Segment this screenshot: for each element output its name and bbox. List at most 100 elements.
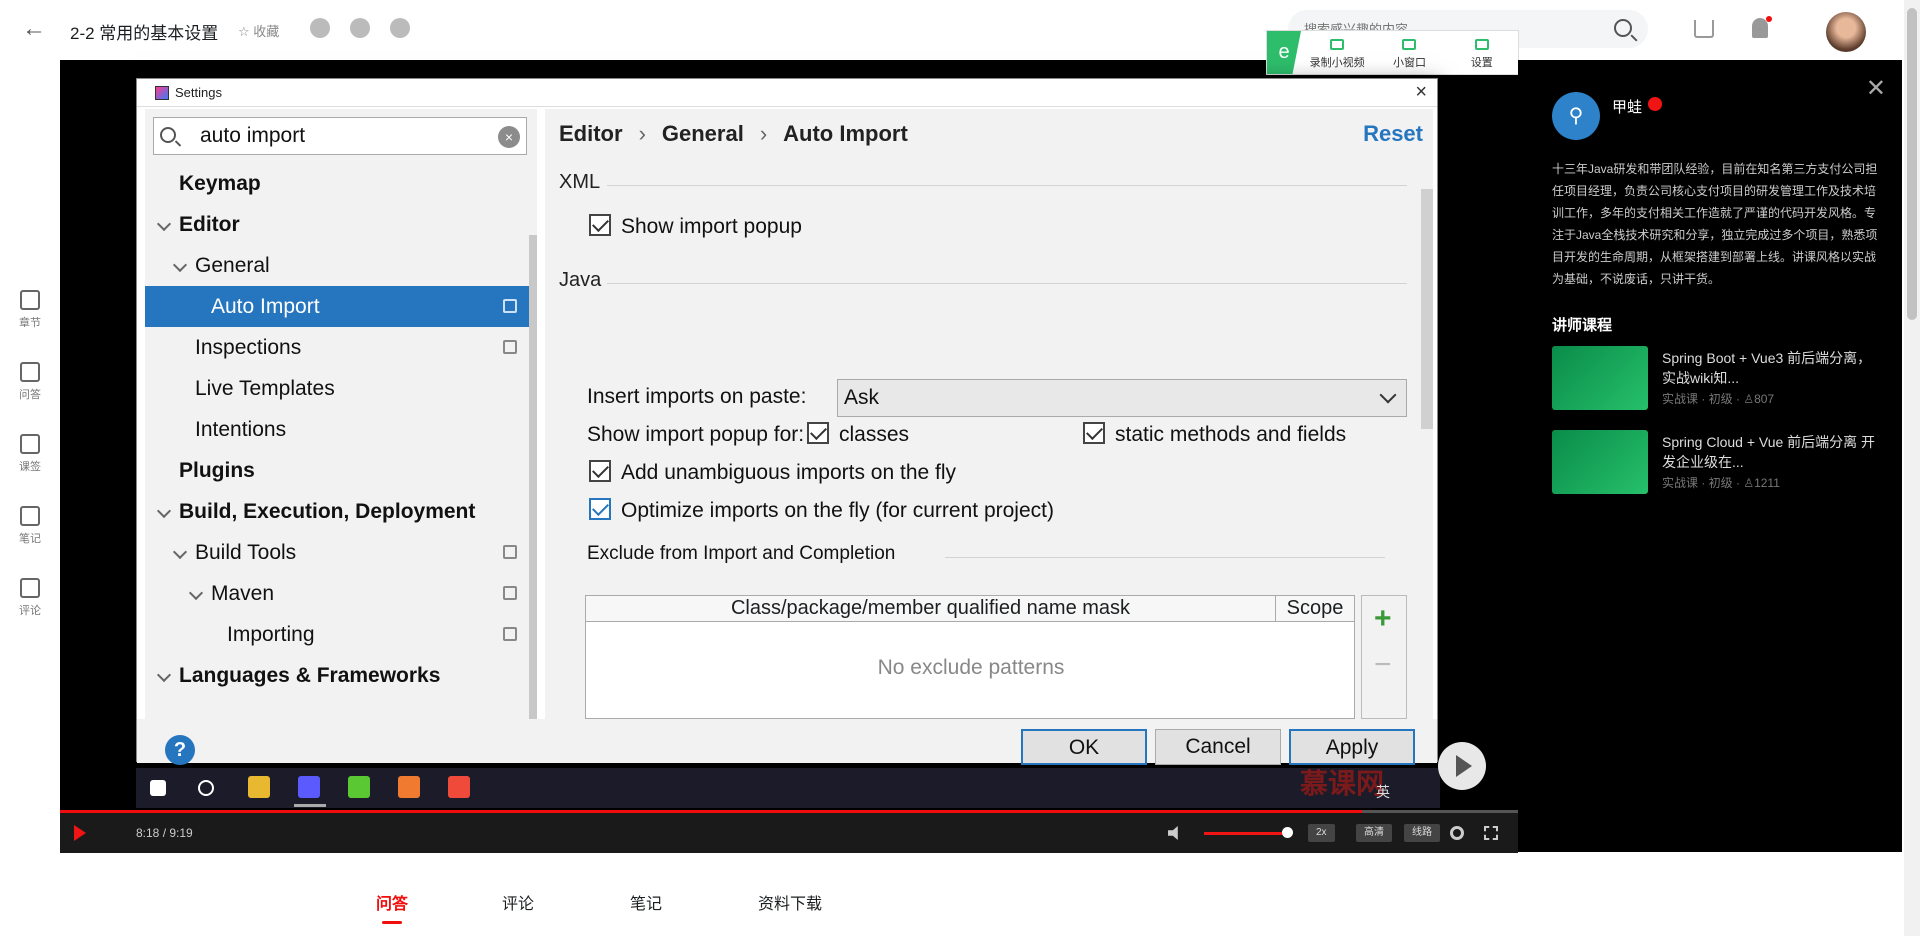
insert-on-paste-select[interactable]: Ask xyxy=(837,379,1407,417)
tree-item[interactable]: Plugins xyxy=(145,450,537,491)
favorite-button[interactable]: ☆ 收藏 xyxy=(238,21,279,40)
page-scrollbar[interactable] xyxy=(1904,0,1920,936)
rail-item[interactable]: 笔记 xyxy=(0,506,60,578)
classes-checkbox-row[interactable]: classes xyxy=(807,422,909,447)
content-scrollbar[interactable] xyxy=(1421,189,1433,429)
course-thumbnail[interactable] xyxy=(1552,346,1648,410)
checkbox-checked-focused[interactable] xyxy=(589,498,611,521)
folder-icon[interactable] xyxy=(248,776,270,798)
checkbox-checked[interactable] xyxy=(589,460,611,483)
volume-slider[interactable] xyxy=(1204,832,1286,835)
tab-item[interactable]: 资料下载 xyxy=(758,890,822,914)
tree-item[interactable]: Build Tools xyxy=(145,532,537,573)
course-name[interactable]: Spring Boot + Vue3 前后端分离，实战wiki知... xyxy=(1662,348,1882,388)
clear-search-icon[interactable]: × xyxy=(498,126,520,148)
close-icon[interactable]: ✕ xyxy=(1866,74,1886,103)
tree-item[interactable]: Inspections xyxy=(145,327,537,368)
reset-link[interactable]: Reset xyxy=(1363,121,1423,147)
tree-item[interactable]: Intentions xyxy=(145,409,537,450)
back-arrow-icon[interactable]: ← xyxy=(22,16,48,42)
sidebar-scrollbar[interactable] xyxy=(529,235,537,755)
tree-item[interactable]: Languages & Frameworks xyxy=(145,655,537,696)
exclude-table[interactable]: Class/package/member qualified name mask… xyxy=(585,595,1355,719)
mini-window-button[interactable]: 小窗口 xyxy=(1373,35,1445,70)
search-icon[interactable] xyxy=(1614,19,1632,37)
tab-item[interactable]: 笔记 xyxy=(630,890,662,914)
recorder-taskbar-icon[interactable] xyxy=(448,776,470,798)
ok-button[interactable]: OK xyxy=(1021,729,1147,765)
wechat-icon[interactable] xyxy=(310,18,330,38)
cart-icon[interactable] xyxy=(1694,20,1714,38)
route-button[interactable]: 线路 xyxy=(1404,824,1440,842)
tab-item[interactable]: 评论 xyxy=(502,890,534,914)
rail-item[interactable]: 课签 xyxy=(0,434,60,506)
xml-show-popup-row[interactable]: Show import popup xyxy=(589,214,802,239)
tree-item[interactable]: General xyxy=(145,245,537,286)
bell-icon[interactable] xyxy=(1752,18,1768,38)
tree-item[interactable]: Maven xyxy=(145,573,537,614)
chevron-down-icon[interactable] xyxy=(156,503,172,519)
tree-item[interactable]: Auto Import xyxy=(145,286,537,327)
tree-item[interactable]: Build, Execution, Deployment xyxy=(145,491,537,532)
weibo-icon[interactable] xyxy=(390,18,410,38)
tree-item[interactable]: Editor xyxy=(145,204,537,245)
tree-item[interactable]: Importing xyxy=(145,614,537,655)
chevron-down-icon[interactable] xyxy=(156,216,172,232)
notification-share-icon[interactable] xyxy=(350,18,370,38)
teacher-avatar[interactable]: ⚲ xyxy=(1552,92,1600,140)
play-icon[interactable] xyxy=(74,825,86,841)
table-col-mask[interactable]: Class/package/member qualified name mask xyxy=(586,596,1276,621)
apply-button[interactable]: Apply xyxy=(1289,729,1415,765)
add-unambiguous-row[interactable]: Add unambiguous imports on the fly xyxy=(589,460,956,485)
tree-item[interactable]: Keymap xyxy=(145,163,537,204)
settings-dialog: Settings × auto import × Keymap Editor Gen… xyxy=(136,78,1438,765)
chevron-down-icon[interactable] xyxy=(172,257,188,273)
tab-item[interactable]: 问答 xyxy=(376,890,408,924)
settings-search-value[interactable]: auto import xyxy=(200,124,305,148)
tree-item[interactable]: Live Templates xyxy=(145,368,537,409)
checkbox-checked[interactable] xyxy=(589,214,611,237)
page-scrollbar-thumb[interactable] xyxy=(1907,8,1917,320)
course-card[interactable]: Spring Boot + Vue3 前后端分离，实战wiki知... 实战课 ·… xyxy=(1552,346,1892,412)
course-name[interactable]: Spring Cloud + Vue 前后端分离 开发企业级在... xyxy=(1662,432,1882,472)
bottom-tabs: 问答 评论 笔记 资料下载 xyxy=(0,870,1904,936)
speed-button[interactable]: 2x xyxy=(1308,824,1335,842)
checkbox-checked[interactable] xyxy=(1083,422,1105,445)
help-icon[interactable]: ? xyxy=(165,735,195,765)
quality-button[interactable]: 高清 xyxy=(1356,824,1392,842)
optimize-imports-row[interactable]: Optimize imports on the fly (for current… xyxy=(589,498,1054,523)
add-icon[interactable]: + xyxy=(1374,602,1392,636)
powerpoint-icon[interactable] xyxy=(398,776,420,798)
chevron-down-icon[interactable] xyxy=(172,544,188,560)
cancel-button[interactable]: Cancel xyxy=(1155,729,1281,765)
windows-start-icon[interactable] xyxy=(150,780,166,796)
tree-item-label: Languages & Frameworks xyxy=(179,664,441,687)
remove-icon[interactable]: − xyxy=(1374,648,1392,682)
course-thumbnail[interactable] xyxy=(1552,430,1648,494)
recorder-settings-button[interactable]: 设置 xyxy=(1446,35,1518,70)
settings-gear-icon[interactable] xyxy=(1450,826,1464,840)
settings-search-field[interactable]: auto import × xyxy=(153,117,527,155)
ime-indicator[interactable]: 英 xyxy=(1376,784,1390,800)
static-methods-checkbox-row[interactable]: static methods and fields xyxy=(1083,422,1346,447)
app-taskbar-icon[interactable] xyxy=(348,776,370,798)
search-circle-icon[interactable] xyxy=(198,780,214,796)
chevron-down-icon[interactable] xyxy=(188,585,204,601)
record-video-button[interactable]: 录制小视频 xyxy=(1301,35,1373,70)
fullscreen-icon[interactable] xyxy=(1484,826,1498,840)
play-overlay-icon[interactable] xyxy=(1438,742,1486,790)
rail-item[interactable]: 章节 xyxy=(0,290,60,362)
close-icon[interactable]: × xyxy=(1415,81,1427,104)
chevron-down-icon[interactable] xyxy=(156,667,172,683)
rail-item[interactable]: 问答 xyxy=(0,362,60,434)
gear-icon xyxy=(1474,39,1489,50)
volume-icon[interactable] xyxy=(1168,826,1178,840)
course-card[interactable]: Spring Cloud + Vue 前后端分离 开发企业级在... 实战课 · … xyxy=(1552,430,1892,496)
rail-item[interactable]: 评论 xyxy=(0,578,60,650)
table-col-scope[interactable]: Scope xyxy=(1276,596,1354,621)
checkbox-checked[interactable] xyxy=(807,422,829,445)
intellij-taskbar-icon[interactable] xyxy=(298,776,320,798)
teacher-name[interactable]: 甲蛙 xyxy=(1612,96,1642,117)
volume-knob[interactable] xyxy=(1282,827,1293,838)
user-avatar[interactable] xyxy=(1826,12,1866,52)
